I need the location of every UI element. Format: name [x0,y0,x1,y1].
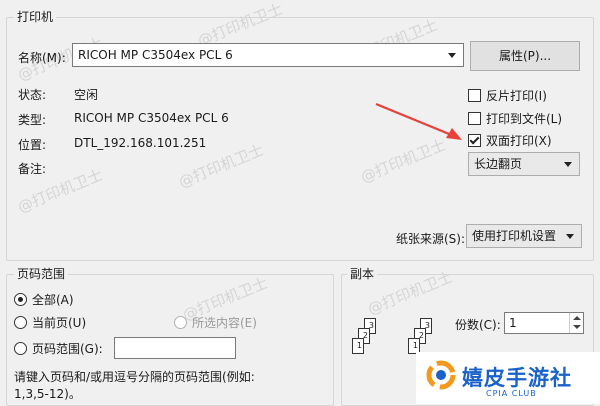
location-value: DTL_192.168.101.251 [74,136,207,150]
page-range-radio[interactable] [14,342,27,355]
copies-count-spinner[interactable]: 1 [504,312,584,334]
print-to-file-label[interactable]: 打印到文件(L) [486,110,562,127]
spinner-up-icon[interactable] [573,316,581,320]
copies-count-label: 份数(C): [455,318,501,332]
spinner-down-icon[interactable] [573,325,581,329]
paper-source-label: 纸张来源(S): [396,232,466,246]
collate-icon: 3 2 1 [346,318,386,368]
duplex-print-label[interactable]: 双面打印(X) [486,132,552,149]
duplex-mode-value: 长边翻页 [474,157,523,171]
page-range-input[interactable] [114,337,236,359]
reverse-print-label[interactable]: 反片打印(I) [486,87,547,104]
paper-source-value: 使用打印机设置 [472,229,557,243]
status-value: 空闲 [74,88,99,102]
page-range-label[interactable]: 页码范围(G): [32,340,103,357]
page-range-hint-2: 1,3,5-12)。 [14,387,81,401]
printer-name-select[interactable]: RICOH MP C3504ex PCL 6 [72,43,464,67]
collate-page: 1 [352,338,364,354]
page-range-legend: 页码范围 [14,265,69,282]
all-pages-label[interactable]: 全部(A) [32,291,74,308]
type-value: RICOH MP C3504ex PCL 6 [74,111,229,125]
spinner-arrows[interactable] [569,313,583,333]
copies-legend: 副本 [347,265,378,282]
chevron-down-icon [564,162,572,167]
brand-name: 嬉皮手游社 [462,366,572,390]
selection-radio[interactable] [174,316,187,329]
chevron-down-icon [566,234,574,239]
chevron-down-icon [448,53,456,58]
type-label: 类型: [18,113,47,127]
printer-name-value: RICOH MP C3504ex PCL 6 [78,48,233,62]
paper-source-select[interactable]: 使用打印机设置 [466,224,582,248]
printer-name-label: 名称(M): [18,51,66,65]
brand-logo-icon [426,360,456,390]
check-icon [469,134,480,145]
selection-label[interactable]: 所选内容(E) [192,314,257,331]
all-pages-radio[interactable] [14,293,27,306]
printer-legend: 打印机 [14,8,57,25]
red-arrow-annotation [375,102,462,140]
current-page-label[interactable]: 当前页(U) [32,314,86,331]
brand-sub: CPIA CLUB [486,389,537,398]
page-range-hint-1: 请键入页码和/或用逗号分隔的页码范围(例如: [14,370,255,384]
copies-count-value: 1 [509,316,517,330]
current-page-radio[interactable] [14,316,27,329]
duplex-mode-select[interactable]: 长边翻页 [468,152,580,176]
properties-button[interactable]: 属性(P)... [470,41,580,71]
location-label: 位置: [18,138,47,152]
status-label: 状态: [18,88,47,102]
comment-label: 备注: [18,162,47,176]
